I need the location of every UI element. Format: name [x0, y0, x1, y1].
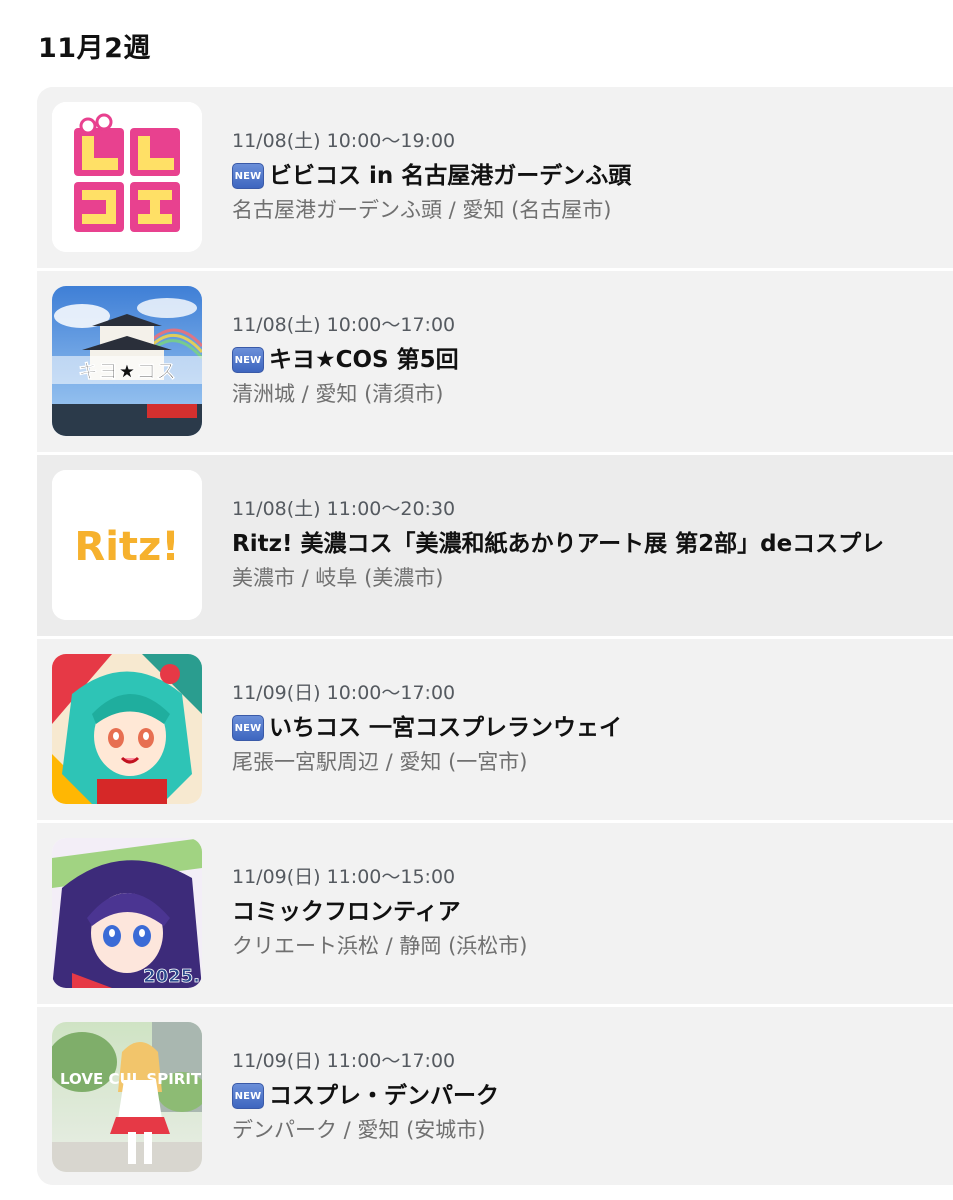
event-title-row: コミックフロンティア [232, 897, 953, 927]
new-badge-icon: NEW [232, 1083, 264, 1109]
event-item-denpark[interactable]: LOVE CUL SPIRIT 11/09(日) 11:00〜17:00 NEW… [37, 1007, 953, 1185]
event-venue: 名古屋港ガーデンふ頭 / 愛知 (名古屋市) [232, 198, 612, 222]
event-title-row: NEW いちコス 一宮コスプレランウェイ [232, 713, 953, 743]
event-venue: クリエート浜松 / 静岡 (浜松市) [232, 934, 528, 958]
event-thumbnail-ichicos [52, 654, 202, 804]
event-date: 11/09(日) 11:00〜17:00 [232, 1050, 456, 1072]
event-info: 11/08(土) 10:00〜19:00 NEW ビビコス in 名古屋港ガーデ… [232, 129, 953, 223]
comifro-year-text: 2025. [143, 966, 200, 987]
section-title: 11月2週 [38, 33, 151, 64]
event-info: 11/09(日) 11:00〜17:00 NEW コスプレ・デンパーク デンパー… [232, 1049, 953, 1143]
event-thumbnail-bibicos [52, 102, 202, 252]
event-date: 11/09(日) 11:00〜15:00 [232, 866, 456, 888]
event-list: 11/08(土) 10:00〜19:00 NEW ビビコス in 名古屋港ガーデ… [37, 87, 953, 1185]
event-info: 11/08(土) 11:00〜20:30 Ritz! 美濃コス「美濃和紙あかりア… [232, 497, 953, 591]
event-info: 11/09(日) 11:00〜15:00 コミックフロンティア クリエート浜松 … [232, 865, 953, 959]
event-date: 11/09(日) 10:00〜17:00 [232, 682, 456, 704]
event-item-kiyocos[interactable]: キヨ★コス 11/08(土) 10:00〜17:00 NEW キヨ★COS 第5… [37, 271, 953, 452]
new-badge-icon: NEW [232, 715, 264, 741]
event-date: 11/08(土) 10:00〜17:00 [232, 314, 456, 336]
event-info: 11/09(日) 10:00〜17:00 NEW いちコス 一宮コスプレランウェ… [232, 681, 953, 775]
event-title-row: NEW コスプレ・デンパーク [232, 1081, 953, 1111]
event-thumbnail-denpark: LOVE CUL SPIRIT [52, 1022, 202, 1172]
event-venue: 清洲城 / 愛知 (清須市) [232, 382, 444, 406]
event-title: コスプレ・デンパーク [269, 1083, 499, 1109]
event-title: いちコス 一宮コスプレランウェイ [269, 715, 623, 741]
event-title-row: Ritz! 美濃コス「美濃和紙あかりアート展 第2部」deコスプレ [232, 529, 953, 559]
event-item-comifro[interactable]: 2025. 11/09(日) 11:00〜15:00 コミックフロンティア クリ… [37, 823, 953, 1004]
denpark-thumb-text: LOVE CUL SPIRIT [60, 1070, 202, 1088]
event-title: Ritz! 美濃コス「美濃和紙あかりアート展 第2部」deコスプレ [232, 531, 885, 557]
event-title: キヨ★COS 第5回 [269, 347, 459, 373]
event-thumbnail-ritz: Ritz! [52, 470, 202, 620]
event-item-ichicos[interactable]: 11/09(日) 10:00〜17:00 NEW いちコス 一宮コスプレランウェ… [37, 639, 953, 820]
event-venue: デンパーク / 愛知 (安城市) [232, 1118, 486, 1142]
event-date: 11/08(土) 10:00〜19:00 [232, 130, 456, 152]
ritz-logo-text: Ritz! [74, 524, 179, 570]
new-badge-icon: NEW [232, 163, 264, 189]
event-venue: 尾張一宮駅周辺 / 愛知 (一宮市) [232, 750, 528, 774]
event-date: 11/08(土) 11:00〜20:30 [232, 498, 456, 520]
kiyocos-thumb-text: キヨ★コス [78, 359, 176, 383]
event-thumbnail-kiyocos: キヨ★コス [52, 286, 202, 436]
event-title-row: NEW ビビコス in 名古屋港ガーデンふ頭 [232, 161, 953, 191]
new-badge-icon: NEW [232, 347, 264, 373]
event-info: 11/08(土) 10:00〜17:00 NEW キヨ★COS 第5回 清洲城 … [232, 313, 953, 407]
event-item-bibicos[interactable]: 11/08(土) 10:00〜19:00 NEW ビビコス in 名古屋港ガーデ… [37, 87, 953, 268]
event-thumbnail-comifro: 2025. [52, 838, 202, 988]
event-venue: 美濃市 / 岐阜 (美濃市) [232, 566, 444, 590]
event-title: ビビコス in 名古屋港ガーデンふ頭 [269, 163, 632, 189]
event-item-ritz[interactable]: Ritz! 11/08(土) 11:00〜20:30 Ritz! 美濃コス「美濃… [37, 455, 953, 636]
event-title: コミックフロンティア [232, 899, 461, 925]
event-title-row: NEW キヨ★COS 第5回 [232, 345, 953, 375]
